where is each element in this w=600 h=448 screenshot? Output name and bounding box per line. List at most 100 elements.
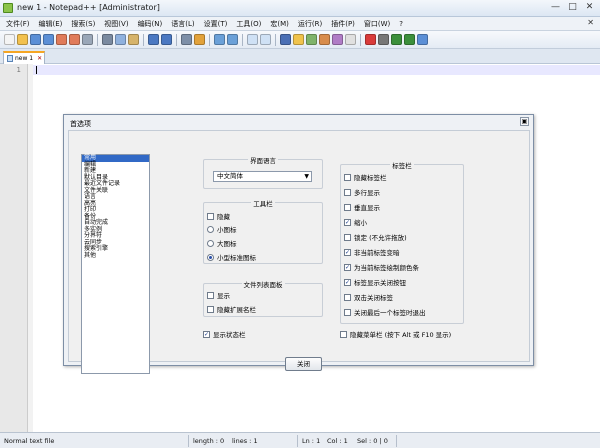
maximize-button[interactable]: □ <box>566 2 579 14</box>
tab-close-icon[interactable]: ✕ <box>37 55 42 62</box>
hide-toolbar-option[interactable]: 隐藏 <box>207 211 230 221</box>
sync-v-icon[interactable] <box>247 34 258 45</box>
zoom-out-icon[interactable] <box>227 34 238 45</box>
category-list[interactable]: 常用 编辑 新建 默认目录 最近文件记录 文件关联 语言 高亮 打印 备份 自动完成 多实例 分界符 云同… <box>81 154 150 374</box>
word-wrap-icon[interactable] <box>280 34 291 45</box>
status-doc-type: Normal text file <box>4 437 55 445</box>
tab-new-1[interactable]: new 1 ✕ <box>3 51 45 64</box>
tabbar-option[interactable]: ✓ 为当前标签绘制颜色条 <box>344 262 419 272</box>
menu-run[interactable]: 运行(R) <box>298 19 322 29</box>
menu-settings[interactable]: 设置(T) <box>204 19 228 29</box>
close-window-button[interactable]: ✕ <box>583 2 596 14</box>
replace-icon[interactable] <box>194 34 205 45</box>
function-list-icon[interactable] <box>345 34 356 45</box>
tabbar-option-checkbox[interactable] <box>344 293 351 301</box>
close-all-icon[interactable] <box>69 34 80 45</box>
big-icons-option[interactable]: 大图标 <box>207 238 237 248</box>
tabbar-option[interactable]: 锁定 (不允许拖放) <box>344 232 407 242</box>
dialog-title: 首选项 <box>70 120 91 128</box>
tabbar-option[interactable]: 隐藏标签栏 <box>344 172 387 182</box>
tabbar-option-checkbox[interactable]: ✓ <box>344 248 351 256</box>
close-document-x-icon[interactable]: ✕ <box>587 18 594 27</box>
new-file-icon[interactable] <box>4 34 15 45</box>
hide-toolbar-checkbox[interactable] <box>207 212 214 220</box>
tabbar-option-checkbox[interactable]: ✓ <box>344 263 351 271</box>
show-statusbar-checkbox[interactable]: ✓ <box>203 330 210 338</box>
doclist-show-checkbox[interactable] <box>207 291 214 299</box>
small-icons-radio[interactable] <box>207 225 214 233</box>
menu-tools[interactable]: 工具(O) <box>236 19 261 29</box>
open-file-icon[interactable] <box>17 34 28 45</box>
tabbar-option-checkbox[interactable]: ✓ <box>344 278 351 286</box>
doclist-hide-ext-checkbox[interactable] <box>207 305 214 313</box>
menu-search[interactable]: 搜索(S) <box>71 19 95 29</box>
tabbar-option[interactable]: 关闭最后一个标签时退出 <box>344 307 426 317</box>
tabbar-option-label: 非当前标签变暗 <box>354 249 400 257</box>
dialog-close-icon[interactable]: ▣ <box>520 117 529 126</box>
doc-map-icon[interactable] <box>319 34 330 45</box>
copy-icon[interactable] <box>115 34 126 45</box>
tabbar-option[interactable]: ✓ 标签显示关闭按钮 <box>344 277 406 287</box>
undo-icon[interactable] <box>148 34 159 45</box>
indent-guide-icon[interactable] <box>306 34 317 45</box>
std-icons-radio[interactable] <box>207 253 214 261</box>
close-icon[interactable] <box>56 34 67 45</box>
tabbar-option-checkbox[interactable]: ✓ <box>344 218 351 226</box>
std-icons-option[interactable]: 小型标准图标 <box>207 252 256 262</box>
menu-window[interactable]: 窗口(W) <box>364 19 390 29</box>
menu-language[interactable]: 语言(L) <box>171 19 194 29</box>
sync-h-icon[interactable] <box>260 34 271 45</box>
tabbar-option[interactable]: ✓ 缩小 <box>344 217 367 227</box>
hide-menubar-checkbox[interactable] <box>340 330 347 338</box>
tabbar-option-checkbox[interactable] <box>344 203 351 211</box>
run-macro-icon[interactable] <box>404 34 415 45</box>
menu-plugins[interactable]: 插件(P) <box>331 19 355 29</box>
doclist-show-option[interactable]: 显示 <box>207 290 230 300</box>
tabbar-option-checkbox[interactable] <box>344 233 351 241</box>
category-item[interactable]: 其他 <box>82 252 149 260</box>
menu-edit[interactable]: 编辑(E) <box>39 19 63 29</box>
save-macro-icon[interactable] <box>417 34 428 45</box>
tabbar-option-checkbox[interactable] <box>344 173 351 181</box>
status-length: length : 0 <box>193 437 225 445</box>
stop-record-icon[interactable] <box>378 34 389 45</box>
menu-view[interactable]: 视图(V) <box>104 19 128 29</box>
dialog-close-button[interactable]: 关闭 <box>285 357 322 371</box>
redo-icon[interactable] <box>161 34 172 45</box>
tabbar-option-checkbox[interactable] <box>344 308 351 316</box>
doclist-hide-ext-option[interactable]: 隐藏扩展名栏 <box>207 304 256 314</box>
show-all-chars-icon[interactable] <box>293 34 304 45</box>
tabbar-option-checkbox[interactable] <box>344 188 351 196</box>
save-icon[interactable] <box>30 34 41 45</box>
tabbar-option[interactable]: 双击关闭标签 <box>344 292 393 302</box>
tabbar-option[interactable]: 多行显示 <box>344 187 380 197</box>
hide-menubar-option[interactable]: 隐藏菜单栏 (按下 Alt 或 F10 显示) <box>340 329 451 339</box>
lang-icon[interactable] <box>332 34 343 45</box>
big-icons-radio[interactable] <box>207 239 214 247</box>
save-all-icon[interactable] <box>43 34 54 45</box>
find-icon[interactable] <box>181 34 192 45</box>
title-bar: new 1 - Notepad++ [Administrator] — □ ✕ <box>0 0 600 17</box>
tabbar-option[interactable]: 垂直显示 <box>344 202 380 212</box>
play-macro-icon[interactable] <box>391 34 402 45</box>
menu-encoding[interactable]: 编码(N) <box>138 19 163 29</box>
fold-margin[interactable] <box>28 64 33 432</box>
toolbar-separator <box>275 33 276 46</box>
status-ln: Ln : 1 <box>302 437 321 445</box>
record-macro-icon[interactable] <box>365 34 376 45</box>
tabbar-option[interactable]: ✓ 非当前标签变暗 <box>344 247 400 257</box>
paste-icon[interactable] <box>128 34 139 45</box>
small-icons-option[interactable]: 小图标 <box>207 224 237 234</box>
show-statusbar-option[interactable]: ✓ 显示状态栏 <box>203 329 246 339</box>
menu-macro[interactable]: 宏(M) <box>270 19 289 29</box>
menu-help[interactable]: ? <box>399 20 403 28</box>
language-select[interactable]: 中文简体 ▼ <box>213 171 312 182</box>
toolbar-separator <box>242 33 243 46</box>
std-icons-label: 小型标准图标 <box>217 254 256 262</box>
zoom-in-icon[interactable] <box>214 34 225 45</box>
tab-bar: new 1 ✕ <box>0 49 600 64</box>
minimize-button[interactable]: — <box>549 2 562 14</box>
cut-icon[interactable] <box>102 34 113 45</box>
menu-file[interactable]: 文件(F) <box>6 19 30 29</box>
print-icon[interactable] <box>82 34 93 45</box>
